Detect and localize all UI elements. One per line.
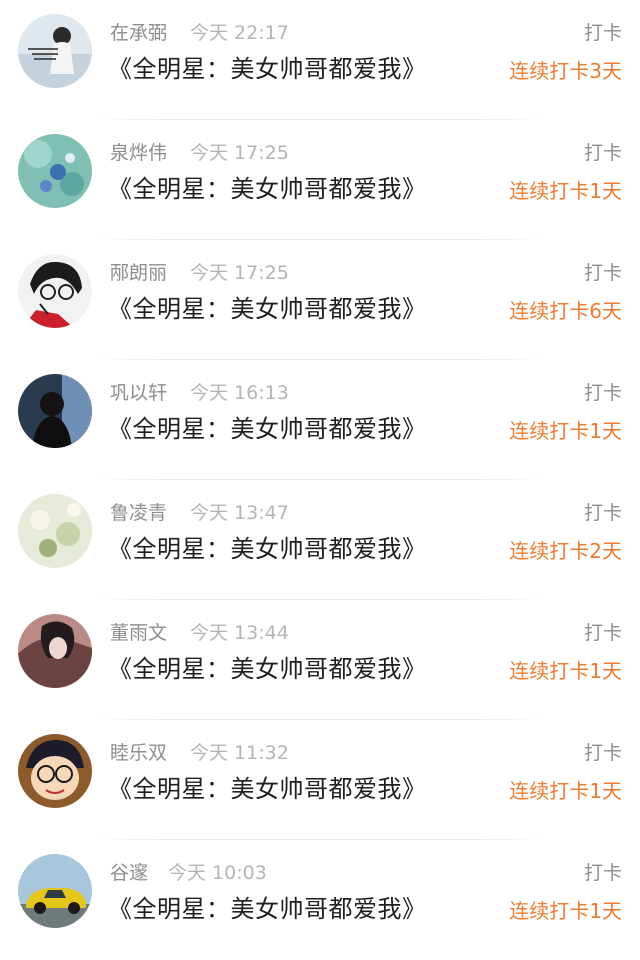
- streak-label: 连续打卡1天: [509, 899, 622, 923]
- list-item[interactable]: 在承弼 今天 22:17 《全明星：美女帅哥都爱我》 打卡 连续打卡3天: [0, 0, 640, 120]
- streak-label: 连续打卡1天: [509, 419, 622, 443]
- streak-label: 连续打卡2天: [509, 539, 622, 563]
- checkin-label: 打卡: [583, 502, 622, 524]
- timestamp: 今天 10:03: [168, 862, 267, 884]
- list-item[interactable]: 睦乐双 今天 11:32 《全明星：美女帅哥都爱我》 打卡 连续打卡1天: [0, 720, 640, 840]
- book-title[interactable]: 《全明星：美女帅哥都爱我》: [108, 52, 427, 86]
- user-avatar[interactable]: [18, 734, 92, 808]
- list-item[interactable]: 鲁凌青 今天 13:47 《全明星：美女帅哥都爱我》 打卡 连续打卡2天: [0, 480, 640, 600]
- checkin-label: 打卡: [583, 742, 622, 764]
- user-name[interactable]: 在承弼: [110, 20, 167, 46]
- user-name[interactable]: 邴朗丽: [110, 260, 167, 286]
- user-avatar[interactable]: [18, 374, 92, 448]
- timestamp: 今天 17:25: [190, 142, 289, 164]
- checkin-label: 打卡: [583, 22, 622, 44]
- timestamp: 今天 11:32: [190, 742, 289, 764]
- timestamp: 今天 22:17: [190, 22, 289, 44]
- timestamp: 今天 13:47: [190, 502, 289, 524]
- list-item[interactable]: 谷邃 今天 10:03 《全明星：美女帅哥都爱我》 打卡 连续打卡1天: [0, 840, 640, 960]
- streak-label: 连续打卡6天: [509, 299, 622, 323]
- user-avatar[interactable]: [18, 254, 92, 328]
- timestamp: 今天 13:44: [190, 622, 289, 644]
- book-title[interactable]: 《全明星：美女帅哥都爱我》: [108, 652, 427, 686]
- user-name[interactable]: 巩以轩: [110, 380, 167, 406]
- checkin-label: 打卡: [583, 622, 622, 644]
- book-title[interactable]: 《全明星：美女帅哥都爱我》: [108, 412, 427, 446]
- checkin-label: 打卡: [583, 262, 622, 284]
- user-avatar[interactable]: [18, 854, 92, 928]
- list-item[interactable]: 邴朗丽 今天 17:25 《全明星：美女帅哥都爱我》 打卡 连续打卡6天: [0, 240, 640, 360]
- user-name[interactable]: 睦乐双: [110, 740, 167, 766]
- streak-label: 连续打卡3天: [509, 59, 622, 83]
- user-name[interactable]: 鲁凌青: [110, 500, 167, 526]
- book-title[interactable]: 《全明星：美女帅哥都爱我》: [108, 532, 427, 566]
- book-title[interactable]: 《全明星：美女帅哥都爱我》: [108, 772, 427, 806]
- streak-label: 连续打卡1天: [509, 779, 622, 803]
- checkin-list: 在承弼 今天 22:17 《全明星：美女帅哥都爱我》 打卡 连续打卡3天 泉烨伟…: [0, 0, 640, 946]
- list-item[interactable]: 董雨文 今天 13:44 《全明星：美女帅哥都爱我》 打卡 连续打卡1天: [0, 600, 640, 720]
- checkin-label: 打卡: [583, 382, 622, 404]
- checkin-label: 打卡: [583, 142, 622, 164]
- user-name[interactable]: 董雨文: [110, 620, 167, 646]
- book-title[interactable]: 《全明星：美女帅哥都爱我》: [108, 892, 427, 926]
- user-avatar[interactable]: [18, 614, 92, 688]
- list-item[interactable]: 巩以轩 今天 16:13 《全明星：美女帅哥都爱我》 打卡 连续打卡1天: [0, 360, 640, 480]
- timestamp: 今天 16:13: [190, 382, 289, 404]
- user-avatar[interactable]: [18, 494, 92, 568]
- list-item[interactable]: 泉烨伟 今天 17:25 《全明星：美女帅哥都爱我》 打卡 连续打卡1天: [0, 120, 640, 240]
- streak-label: 连续打卡1天: [509, 659, 622, 683]
- user-name[interactable]: 泉烨伟: [110, 140, 167, 166]
- timestamp: 今天 17:25: [190, 262, 289, 284]
- checkin-label: 打卡: [583, 862, 622, 884]
- book-title[interactable]: 《全明星：美女帅哥都爱我》: [108, 172, 427, 206]
- user-avatar[interactable]: [18, 14, 92, 88]
- user-name[interactable]: 谷邃: [110, 860, 148, 886]
- user-avatar[interactable]: [18, 134, 92, 208]
- streak-label: 连续打卡1天: [509, 179, 622, 203]
- book-title[interactable]: 《全明星：美女帅哥都爱我》: [108, 292, 427, 326]
